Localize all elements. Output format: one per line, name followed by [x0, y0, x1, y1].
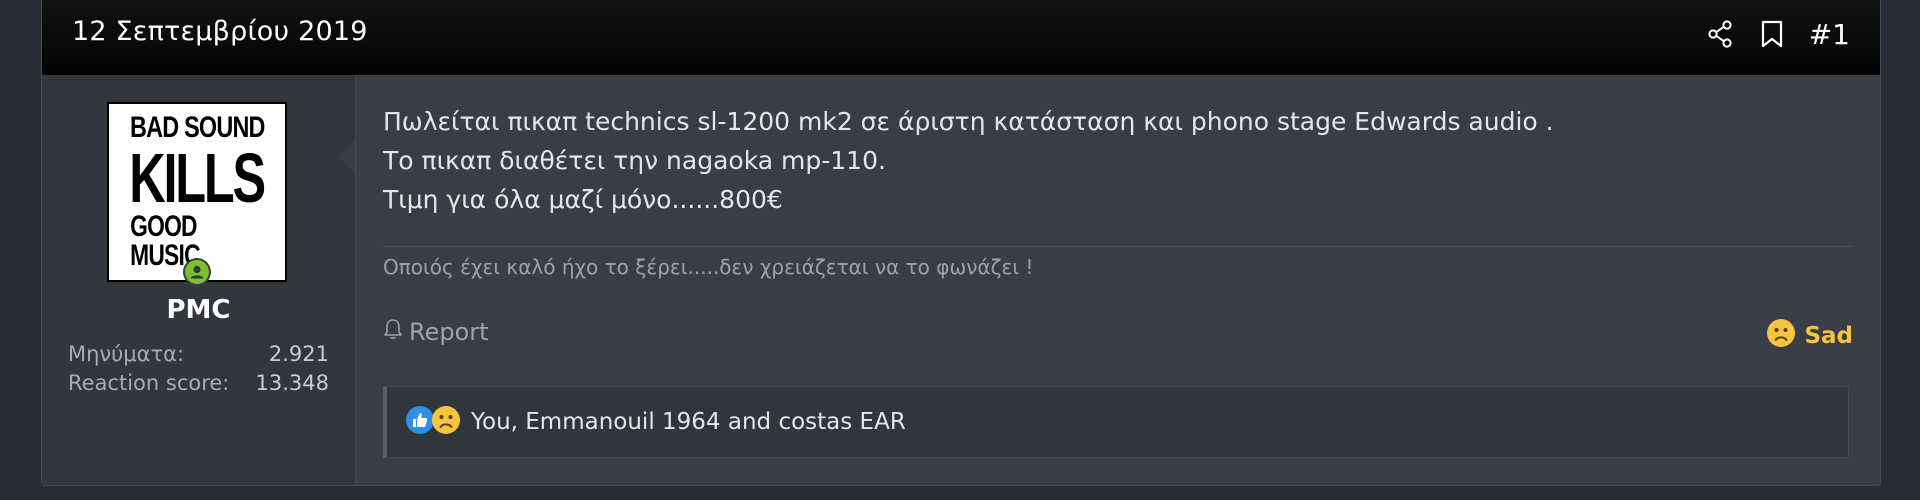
stat-label: Reaction score:: [68, 371, 230, 395]
bookmark-icon[interactable]: [1757, 19, 1787, 49]
sad-face-icon: [1766, 318, 1796, 354]
post-body: Πωλείται πικαπ technics sl-1200 mk2 σε ά…: [383, 102, 1554, 219]
reactions-bar: You, Emmanouil 1964 and costas EAR: [383, 386, 1849, 458]
signature-divider: [383, 246, 1853, 247]
post-header: 12 Σεπτεμβρίου 2019 #1: [42, 0, 1880, 75]
stat-value: 2.921: [268, 342, 329, 366]
stat-label: Μηνύματα:: [68, 342, 185, 366]
avatar[interactable]: BAD SOUND KILLS GOOD MUSIC: [107, 102, 287, 282]
user-details: BAD SOUND KILLS GOOD MUSIC PMC Μηνύματα:…: [42, 75, 356, 485]
stat-messages: Μηνύματα: 2.921: [68, 342, 329, 366]
avatar-text-line: KILLS: [129, 138, 267, 217]
post-body-line: Τιμη για όλα μαζί μόνο......800€: [383, 185, 783, 214]
stat-value: 13.348: [255, 371, 329, 395]
sad-face-icon: [431, 405, 461, 439]
post-header-actions: #1: [1705, 14, 1850, 54]
report-label: Report: [409, 318, 489, 346]
post-number-link[interactable]: #1: [1809, 18, 1850, 51]
post-date[interactable]: 12 Σεπτεμβρίου 2019: [72, 16, 368, 47]
post-body-line: Το πικαπ διαθέτει την nagaoka mp-110.: [383, 146, 886, 175]
reaction-icons: [405, 405, 461, 439]
post-body-line: Πωλείται πικαπ technics sl-1200 mk2 σε ά…: [383, 107, 1554, 136]
signature: Οποιός έχει καλό ήχο το ξέρει.....δεν χρ…: [383, 255, 1034, 279]
report-button[interactable]: Report: [383, 318, 489, 346]
stat-reaction-score: Reaction score: 13.348: [68, 371, 329, 395]
online-status-icon: [183, 258, 211, 286]
share-icon[interactable]: [1705, 19, 1735, 49]
post-container: 12 Σεπτεμβρίου 2019 #1 BAD SOUND KILLS G…: [41, 0, 1881, 486]
reactions-list-link[interactable]: You, Emmanouil 1964 and costas EAR: [471, 409, 906, 435]
username[interactable]: PMC: [42, 295, 355, 325]
message-pointer-arrow: [338, 140, 355, 174]
bell-icon: [383, 318, 403, 346]
reaction-label: Sad: [1804, 323, 1853, 349]
reaction-button[interactable]: Sad: [1766, 318, 1853, 354]
